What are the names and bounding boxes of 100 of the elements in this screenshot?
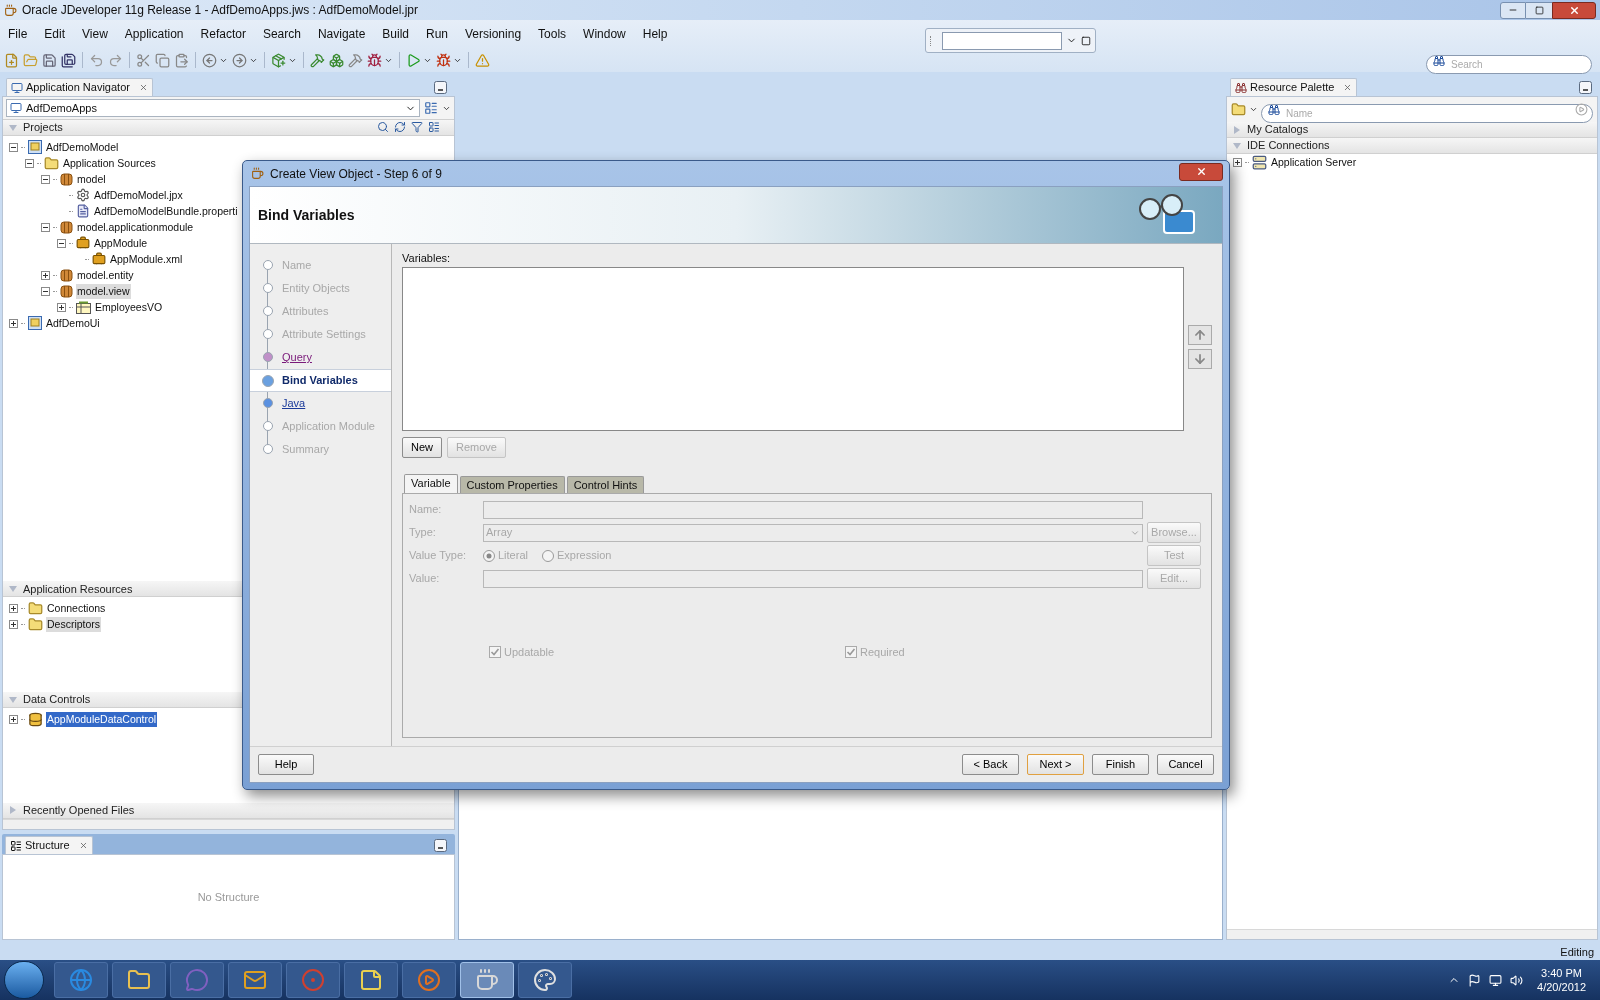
hammer-icon[interactable] (310, 52, 325, 68)
view-options-icon[interactable] (424, 101, 438, 115)
save-icon[interactable] (42, 52, 57, 68)
flag-icon[interactable] (1468, 973, 1482, 987)
folder-icon[interactable] (23, 52, 38, 68)
warning-icon[interactable] (475, 52, 490, 68)
start-button[interactable] (4, 961, 44, 999)
tree-item[interactable]: Application Server (1270, 154, 1358, 170)
move-down-button[interactable] (1188, 348, 1212, 369)
tree-item[interactable]: AppModuleDataControl (46, 711, 158, 727)
tree-item[interactable]: AdfDemoModel.jpx (93, 187, 184, 203)
tree-item[interactable]: EmployeesVO (94, 299, 164, 315)
menu-item[interactable]: Versioning (465, 25, 522, 43)
wizard-step[interactable]: Bind Variables (250, 369, 391, 392)
forward-icon[interactable] (232, 52, 247, 68)
move-up-button[interactable] (1188, 324, 1212, 345)
wizard-button[interactable]: Cancel (1157, 754, 1214, 775)
tree-item[interactable]: AdfDemoModelBundle.properti (93, 203, 239, 219)
collapse-icon[interactable] (41, 286, 50, 296)
menu-item[interactable]: Edit (44, 25, 66, 43)
tree-item[interactable]: AppModule (93, 235, 149, 251)
tree-item[interactable]: Application Sources (62, 155, 157, 171)
taskbar-button[interactable] (344, 962, 398, 998)
volume-icon[interactable] (1510, 973, 1524, 987)
package-icon[interactable] (271, 52, 286, 68)
wizard-button[interactable]: < Back (962, 754, 1019, 775)
menu-item[interactable]: File (8, 25, 28, 43)
tree-item[interactable]: model.applicationmodule (76, 219, 195, 235)
menu-item[interactable]: Refactor (200, 25, 246, 43)
quick-combo[interactable] (925, 28, 1096, 53)
expand-icon[interactable] (9, 318, 18, 328)
tab[interactable]: Control Hints (566, 475, 645, 493)
close-button[interactable] (1179, 162, 1223, 181)
section-header[interactable]: Recently Opened Files (3, 803, 454, 819)
tab[interactable]: Variable (404, 473, 458, 493)
taskbar-button[interactable] (112, 962, 166, 998)
taskbar-button[interactable] (518, 962, 572, 998)
tree-item[interactable]: Descriptors (46, 617, 102, 632)
application-selector[interactable]: AdfDemoApps (6, 99, 420, 117)
undo-icon[interactable] (89, 52, 104, 68)
restore-icon[interactable] (1081, 35, 1091, 46)
minimize-icon[interactable] (434, 839, 447, 852)
expand-icon[interactable] (9, 714, 18, 724)
menu-item[interactable]: Application (124, 25, 184, 43)
wizard-button[interactable]: Finish (1092, 754, 1149, 775)
refresh-icon[interactable] (394, 121, 406, 133)
boxes-icon[interactable] (329, 52, 344, 68)
save-all-icon[interactable] (61, 52, 76, 68)
layout-icon[interactable] (428, 121, 440, 133)
close-icon[interactable] (1343, 83, 1353, 92)
expand-icon[interactable] (41, 270, 50, 280)
menu-item[interactable]: Build (382, 25, 409, 43)
horizontal-scrollbar[interactable] (1227, 929, 1597, 939)
menu-item[interactable]: Help (642, 25, 668, 43)
collapse-icon[interactable] (9, 142, 18, 152)
minimize-icon[interactable] (1579, 81, 1592, 94)
tree-item[interactable]: model (76, 171, 107, 187)
debug-icon[interactable] (436, 52, 451, 68)
panel-tab[interactable]: Resource Palette (1230, 78, 1358, 96)
close-button[interactable] (1552, 1, 1596, 19)
minimize-button[interactable] (1500, 1, 1526, 19)
clock[interactable]: 3:40 PM 4/20/2012 (1537, 966, 1586, 994)
menu-item[interactable]: Run (426, 25, 448, 43)
wizard-step[interactable]: Java (250, 392, 391, 415)
copy-icon[interactable] (155, 52, 170, 68)
maximize-button[interactable] (1526, 1, 1552, 19)
menu-item[interactable]: Tools (538, 25, 567, 43)
menu-item[interactable]: Navigate (317, 25, 366, 43)
tree-item[interactable]: AdfDemoModel (45, 139, 120, 155)
go-icon[interactable] (1575, 103, 1588, 116)
tree-item[interactable]: AppModule.xml (109, 251, 184, 267)
back-icon[interactable] (202, 52, 217, 68)
taskbar-button[interactable] (402, 962, 456, 998)
panel-tab[interactable]: Application Navigator (6, 78, 153, 96)
menu-item[interactable]: Window (583, 25, 626, 43)
collapse-icon[interactable] (41, 222, 50, 232)
tree-item[interactable]: AdfDemoUi (45, 315, 101, 331)
tree-item[interactable]: model.entity (76, 267, 135, 283)
redo-icon[interactable] (108, 52, 123, 68)
taskbar-button[interactable] (228, 962, 282, 998)
search-icon[interactable] (377, 121, 389, 133)
wizard-button[interactable]: Next > (1027, 754, 1084, 775)
minimize-icon[interactable] (434, 81, 447, 94)
collapse-icon[interactable] (41, 174, 50, 184)
horizontal-scrollbar[interactable] (3, 819, 454, 829)
cut-icon[interactable] (136, 52, 151, 68)
section-header[interactable]: Projects (3, 120, 454, 136)
new-catalog-icon[interactable] (1231, 102, 1246, 117)
menu-item[interactable]: Search (262, 25, 301, 43)
menu-item[interactable]: View (82, 25, 108, 43)
expand-icon[interactable] (57, 302, 66, 312)
expand-icon[interactable] (9, 604, 18, 613)
collapse-icon[interactable] (25, 158, 34, 168)
name-search-field[interactable]: Name (1261, 104, 1593, 123)
wizard-step[interactable]: Query (250, 346, 391, 369)
section-header[interactable]: IDE Connections (1227, 138, 1597, 154)
collapse-icon[interactable] (57, 238, 66, 248)
taskbar-button[interactable] (460, 962, 514, 998)
tree-item[interactable]: model.view (76, 283, 131, 299)
tab[interactable]: Custom Properties (459, 475, 565, 493)
